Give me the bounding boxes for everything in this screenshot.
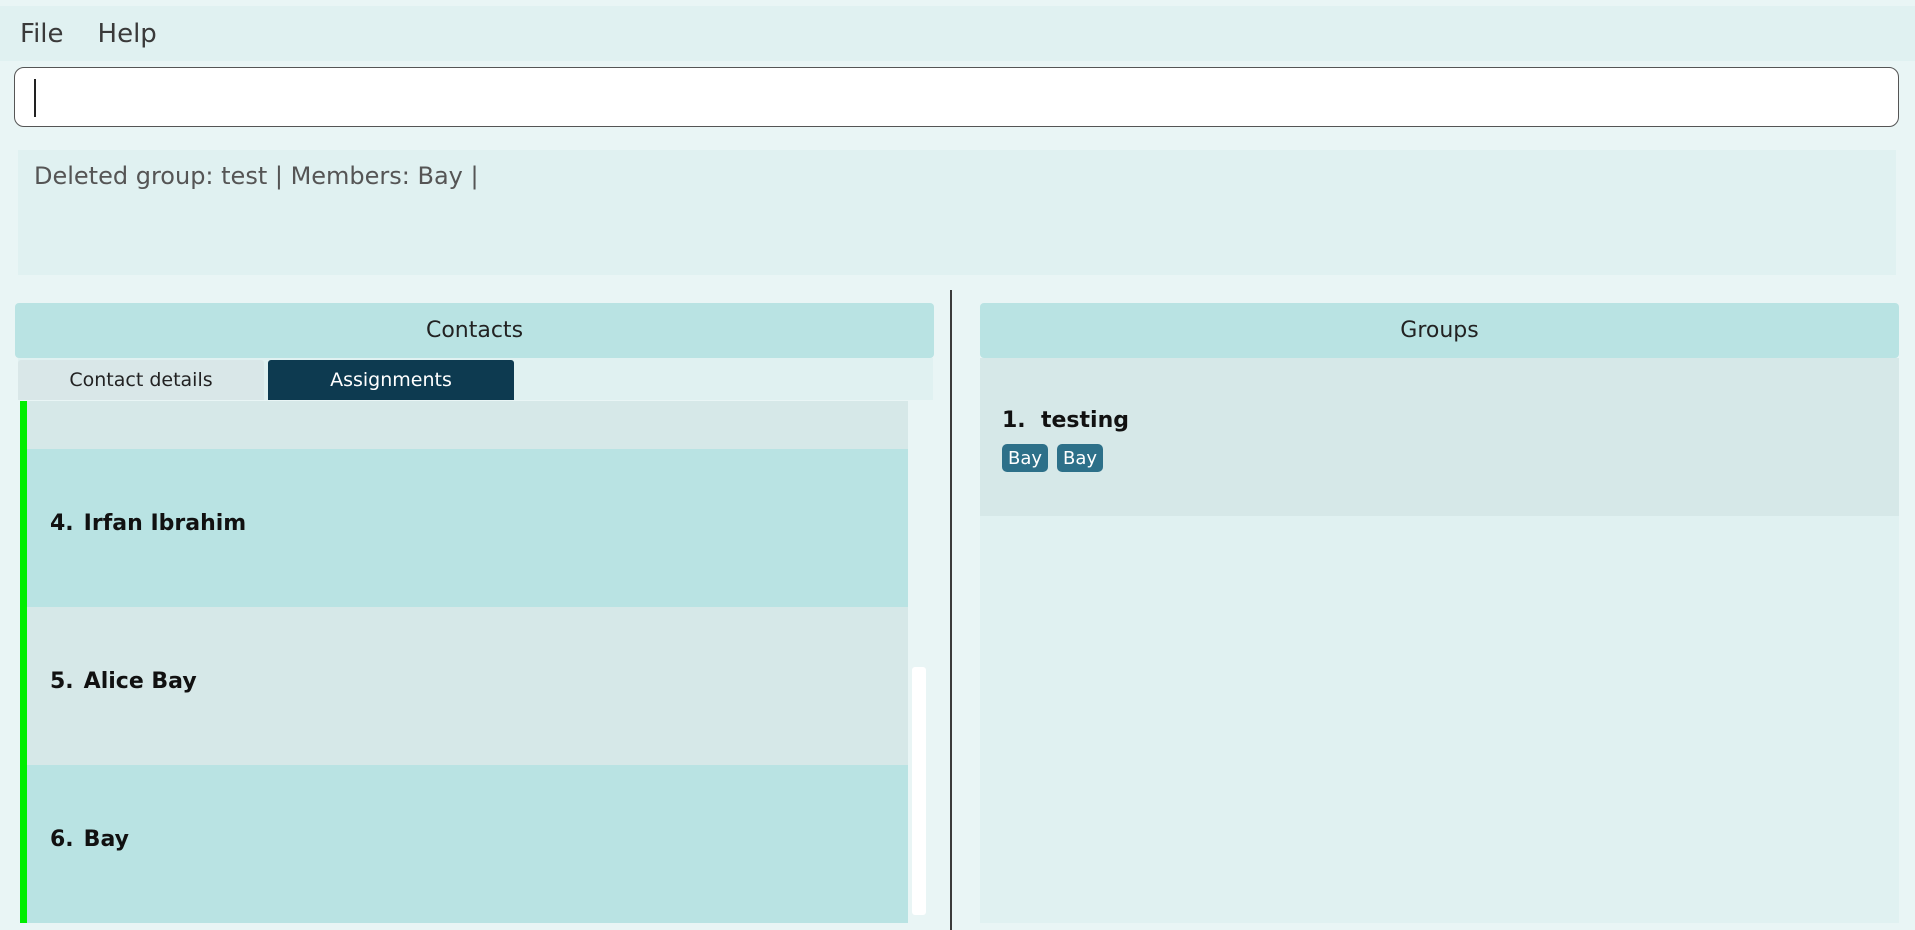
contact-index: 6.: [50, 827, 74, 852]
contact-name-text: Irfan Ibrahim: [83, 511, 247, 536]
text-cursor: [34, 79, 36, 117]
groups-header: Groups: [980, 303, 1899, 358]
tab-contact-details[interactable]: Contact details: [18, 360, 264, 400]
split-pane-divider[interactable]: [950, 290, 952, 930]
contact-name-text: Bay: [83, 827, 129, 852]
scrollbar-thumb[interactable]: [912, 667, 926, 915]
contacts-tab-bar: Contact details Assignments: [18, 358, 933, 400]
app-window: File Help Deleted group: test | Members:…: [0, 0, 1915, 930]
result-message: Deleted group: test | Members: Bay |: [34, 162, 479, 190]
member-tag: Bay: [1002, 444, 1049, 472]
contact-list: 4. Irfan Ibrahim 5. Alice Bay 6. Bay: [20, 401, 908, 923]
menu-bar: File Help: [0, 6, 1915, 61]
result-display: Deleted group: test | Members: Bay |: [18, 150, 1896, 275]
contacts-header: Contacts: [15, 303, 934, 358]
group-title: 1. testing: [1002, 408, 1129, 433]
contact-name-text: Alice Bay: [83, 669, 197, 694]
menu-file[interactable]: File: [10, 19, 74, 49]
tab-assignments[interactable]: Assignments: [268, 360, 514, 400]
command-input[interactable]: [14, 67, 1899, 127]
member-tag: Bay: [1057, 444, 1104, 472]
contact-name: 4. Irfan Ibrahim: [50, 511, 246, 536]
contact-index: 5.: [50, 669, 74, 694]
list-item[interactable]: 4. Irfan Ibrahim: [20, 449, 908, 607]
contact-name: 6. Bay: [50, 827, 129, 852]
list-item[interactable]: 6. Bay: [20, 765, 908, 923]
contact-index: 4.: [50, 511, 74, 536]
menu-help[interactable]: Help: [88, 19, 167, 49]
list-item[interactable]: 5. Alice Bay: [20, 607, 908, 765]
contact-name: 5. Alice Bay: [50, 669, 197, 694]
list-item[interactable]: [20, 401, 908, 449]
group-item[interactable]: 1. testing Bay Bay: [980, 358, 1899, 516]
